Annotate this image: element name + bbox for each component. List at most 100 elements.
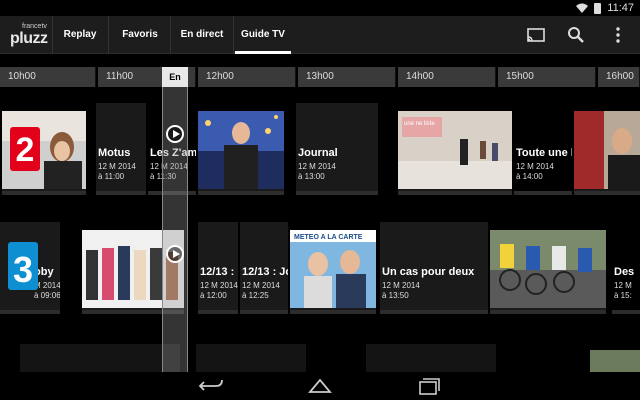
tab-en-direct[interactable]: En direct xyxy=(172,16,232,54)
program-date: 12 M 2014 xyxy=(242,281,280,290)
overflow-menu-icon[interactable] xyxy=(608,25,628,45)
channel-logo-france2: 2 xyxy=(8,123,40,171)
progress-track xyxy=(96,191,146,195)
navigation-bar xyxy=(0,372,640,400)
program-card[interactable]: Un cas pour deux 12 M 2014 à 13:50 xyxy=(380,222,488,314)
progress-track xyxy=(514,191,572,195)
time-slot: 15h00 xyxy=(498,67,596,87)
logo-text: pluzz xyxy=(10,30,48,47)
channel-row-france3: oby M 2014 à 09:06 3 12/13 : 12 M 2014 à… xyxy=(0,222,640,320)
program-title: Un cas pour deux xyxy=(382,266,475,278)
back-icon[interactable] xyxy=(198,376,224,396)
progress-track xyxy=(198,191,284,195)
channel-row-france2: 2 Motus 12 M 2014 à 11:00 Les Z'amo 12 M… xyxy=(0,103,640,201)
pluzz-logo[interactable]: francetv pluzz xyxy=(8,22,52,48)
program-title: 12/13 : Jo xyxy=(242,266,288,278)
logo-small-text: francetv xyxy=(22,23,47,30)
divider xyxy=(108,16,109,54)
now-label: En xyxy=(162,67,188,87)
program-card[interactable] xyxy=(20,344,180,372)
tab-favoris[interactable]: Favoris xyxy=(110,16,170,54)
play-icon[interactable] xyxy=(166,245,184,263)
program-time: à 12:00 xyxy=(200,291,227,300)
time-slot: 12h00 xyxy=(198,67,296,87)
program-card[interactable]: Motus 12 M 2014 à 11:00 xyxy=(96,103,146,195)
program-thumbnail: une ne liste xyxy=(398,111,512,189)
program-date: 12 M 2014 xyxy=(298,162,336,171)
program-date: 12 M 2014 xyxy=(382,281,420,290)
time-slot: 10h00 xyxy=(0,67,96,87)
program-date: 12 M 2014 xyxy=(98,162,136,171)
program-card[interactable]: Des 12 M à 15: xyxy=(612,222,640,314)
france2-logo-icon: 2 xyxy=(10,127,40,171)
channel-number: 2 xyxy=(16,131,35,169)
time-ruler: 10h00 11h00 12h00 13h00 14h00 15h00 16h0… xyxy=(0,67,640,87)
program-time: à 15: xyxy=(614,291,632,300)
program-title: Des xyxy=(614,266,635,278)
program-card[interactable]: Toute une h 12 M 2014 à 14:00 xyxy=(514,103,572,195)
program-card[interactable]: Journal 12 M 2014 à 13:00 xyxy=(296,103,378,195)
progress-track xyxy=(296,191,378,195)
program-card[interactable]: 12/13 : 12 M 2014 à 12:00 xyxy=(198,222,238,314)
tab-guide-tv[interactable]: Guide TV xyxy=(235,16,291,54)
thumbnail-text: METEO A LA CARTE xyxy=(294,234,363,241)
progress-track xyxy=(490,310,606,314)
program-card[interactable] xyxy=(196,344,306,372)
program-title: 12/13 : xyxy=(200,266,235,278)
program-thumbnail xyxy=(574,111,640,189)
progress-track xyxy=(2,191,86,195)
app-bar: francetv pluzz Replay Favoris En direct … xyxy=(0,16,640,54)
play-icon[interactable] xyxy=(166,125,184,143)
tab-replay[interactable]: Replay xyxy=(54,16,106,54)
program-time: à 13:00 xyxy=(298,172,325,181)
program-title: Journal xyxy=(298,147,338,159)
clock: 11:47 xyxy=(607,2,634,14)
program-card[interactable] xyxy=(574,111,640,195)
progress-track xyxy=(380,310,488,314)
time-slot: 14h00 xyxy=(398,67,496,87)
program-card[interactable] xyxy=(590,350,640,372)
france3-logo-icon: 3 xyxy=(8,242,38,290)
now-cursor xyxy=(162,67,188,400)
channel-number: 3 xyxy=(13,249,33,290)
program-title: Toute une h xyxy=(516,147,572,159)
program-time: à 11:00 xyxy=(98,172,125,181)
progress-track xyxy=(0,310,60,314)
channel-logo-france3: 3 xyxy=(6,240,38,292)
home-icon[interactable] xyxy=(307,376,333,396)
program-title: Motus xyxy=(98,147,131,159)
progress-track xyxy=(398,191,512,195)
program-card[interactable] xyxy=(198,111,284,195)
program-thumbnail xyxy=(198,111,284,189)
wifi-icon xyxy=(576,3,589,13)
divider xyxy=(170,16,171,54)
recents-icon[interactable] xyxy=(416,376,442,396)
program-card[interactable]: une ne liste xyxy=(398,111,512,195)
thumbnail-text: une ne liste xyxy=(404,121,435,127)
search-icon[interactable] xyxy=(566,25,586,45)
cast-icon[interactable] xyxy=(526,25,546,45)
program-time: à 14:00 xyxy=(516,172,543,181)
program-thumbnail: METEO A LA CARTE xyxy=(290,230,376,308)
time-slot: 13h00 xyxy=(298,67,396,87)
status-bar: 11:47 xyxy=(0,0,640,16)
divider xyxy=(233,16,234,54)
progress-track xyxy=(198,310,238,314)
progress-track xyxy=(612,310,640,314)
program-card[interactable]: METEO A LA CARTE xyxy=(290,230,376,314)
program-card[interactable]: 12/13 : Jo 12 M 2014 à 12:25 xyxy=(240,222,288,314)
progress-track xyxy=(574,191,640,195)
progress-track xyxy=(240,310,288,314)
program-time: à 12:25 xyxy=(242,291,269,300)
program-date: 12 M xyxy=(614,281,632,290)
program-card[interactable] xyxy=(366,344,496,372)
program-card[interactable] xyxy=(490,230,606,314)
program-date: 12 M 2014 xyxy=(516,162,554,171)
program-date: 12 M 2014 xyxy=(200,281,238,290)
battery-icon xyxy=(594,2,602,14)
program-thumbnail xyxy=(490,230,606,308)
progress-track xyxy=(290,310,376,314)
divider xyxy=(52,16,53,54)
time-slot: 16h00 xyxy=(598,67,640,87)
program-time: à 09:06 xyxy=(34,291,60,300)
